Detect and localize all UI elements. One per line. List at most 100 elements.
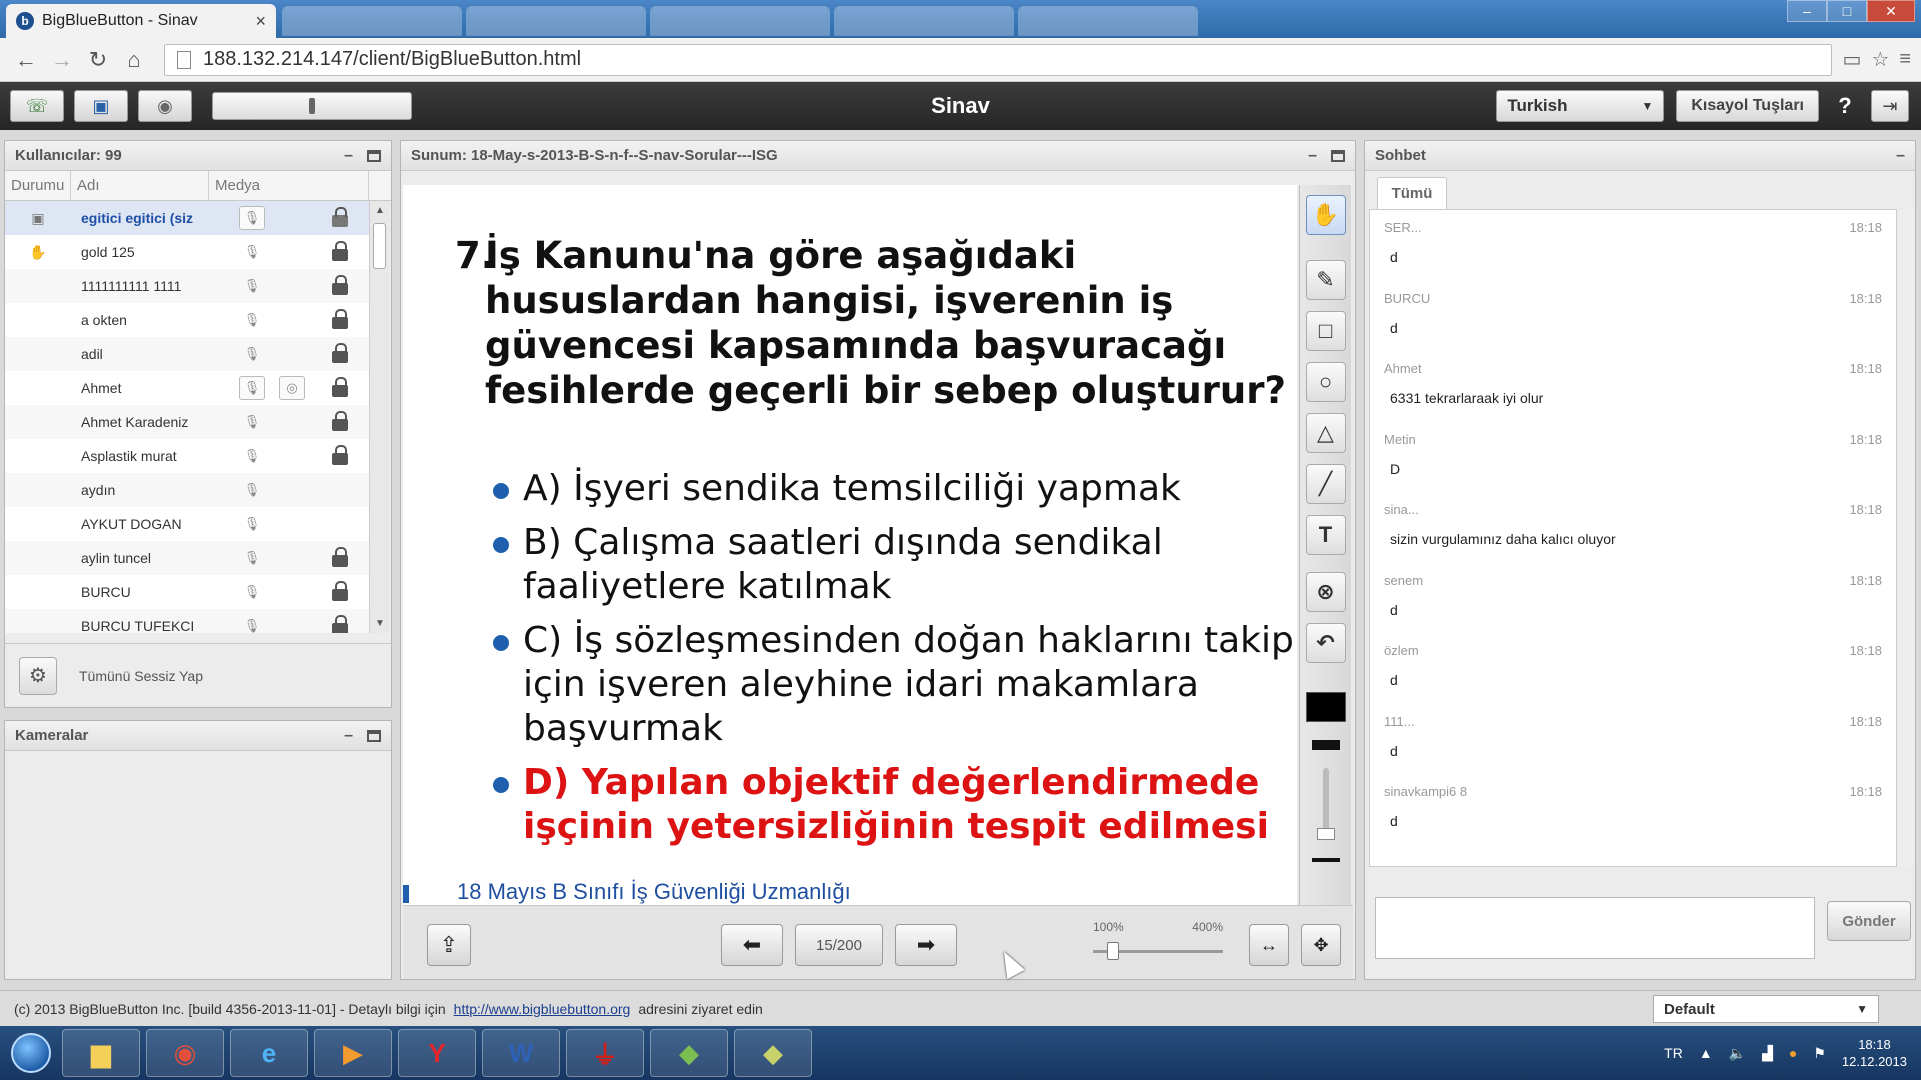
mic-volume-slider[interactable] xyxy=(212,92,412,120)
unlock-icon[interactable] xyxy=(327,206,353,230)
minimize-panel-icon[interactable]: – xyxy=(1896,147,1905,165)
taskbar-explorer[interactable]: ▆ xyxy=(62,1029,140,1077)
user-row[interactable]: ✋ gold 125 🎙 xyxy=(5,235,369,269)
maximize-panel-icon[interactable] xyxy=(367,729,381,742)
browser-tab[interactable]: b BigBlueButton - Sinav × xyxy=(6,4,276,38)
users-scrollbar[interactable]: ▲ ▼ xyxy=(369,201,389,633)
microphone-icon[interactable]: 🎙 xyxy=(239,546,265,570)
cast-icon[interactable]: ▭ xyxy=(1842,47,1861,72)
taskbar-ie[interactable]: e xyxy=(230,1029,308,1077)
user-row[interactable]: a okten 🎙 xyxy=(5,303,369,337)
background-tab[interactable] xyxy=(282,6,462,36)
page-indicator[interactable]: 15/200 xyxy=(795,924,883,966)
hand-tool-button[interactable]: ✋ xyxy=(1305,195,1346,235)
flag-icon[interactable]: ⚑ xyxy=(1813,1045,1826,1062)
taskbar-word[interactable]: W xyxy=(482,1029,560,1077)
taskbar-chrome[interactable]: ◉ xyxy=(146,1029,224,1077)
microphone-icon[interactable]: 🎙 xyxy=(239,240,265,264)
thickness-slider[interactable] xyxy=(1316,768,1335,840)
minimize-panel-icon[interactable]: – xyxy=(344,147,353,165)
lock-icon[interactable] xyxy=(327,546,353,570)
home-icon[interactable]: ⌂ xyxy=(118,44,150,76)
lock-icon[interactable] xyxy=(327,376,353,400)
rectangle-tool-button[interactable]: □ xyxy=(1305,311,1346,351)
lock-icon[interactable] xyxy=(327,410,353,434)
user-row[interactable]: AYKUT DOGAN 🎙 xyxy=(5,507,369,541)
start-button[interactable] xyxy=(0,1026,62,1080)
upload-presentation-button[interactable]: ⇪ xyxy=(427,924,471,966)
shortcut-keys-button[interactable]: Kısayol Tuşları xyxy=(1676,90,1819,122)
column-name[interactable]: Adı xyxy=(71,171,209,200)
user-row[interactable]: Asplastik murat 🎙 xyxy=(5,439,369,473)
microphone-icon[interactable]: 🎙 xyxy=(239,580,265,604)
triangle-tool-button[interactable]: △ xyxy=(1305,413,1346,453)
webcam-button[interactable]: ◉ xyxy=(138,90,192,122)
share-webcam-button[interactable]: ☏ xyxy=(10,90,64,122)
minimize-panel-icon[interactable]: – xyxy=(344,727,353,745)
tab-all[interactable]: Tümü xyxy=(1377,177,1447,209)
color-picker[interactable] xyxy=(1305,692,1346,722)
bbb-website-link[interactable]: http://www.bigbluebutton.org xyxy=(454,1001,631,1017)
maximize-icon[interactable]: □ xyxy=(1827,0,1867,22)
chat-input[interactable] xyxy=(1375,897,1815,959)
column-media[interactable]: Medya xyxy=(209,171,369,200)
maximize-panel-icon[interactable] xyxy=(1331,149,1345,162)
line-tool-button[interactable]: ╱ xyxy=(1305,464,1346,504)
taskbar-acrobat[interactable]: ⏚ xyxy=(566,1029,644,1077)
microphone-icon[interactable]: 🎙 xyxy=(239,308,265,332)
user-row[interactable]: aydın 🎙 xyxy=(5,473,369,507)
language-indicator[interactable]: TR xyxy=(1664,1045,1683,1061)
bookmark-star-icon[interactable]: ☆ xyxy=(1871,47,1889,72)
volume-icon[interactable]: 🔈 xyxy=(1729,1045,1746,1062)
lock-icon[interactable] xyxy=(327,342,353,366)
lock-icon[interactable] xyxy=(327,274,353,298)
slider-thumb[interactable] xyxy=(1316,828,1335,840)
background-tab[interactable] xyxy=(1018,6,1198,36)
network-icon[interactable]: ▟ xyxy=(1762,1045,1773,1062)
user-row[interactable]: ▣ egitici egitici (siz 🎙 xyxy=(5,201,369,235)
microphone-icon[interactable]: 🎙 xyxy=(239,410,265,434)
microphone-icon[interactable]: 🎙 xyxy=(239,376,265,400)
lock-icon[interactable] xyxy=(327,580,353,604)
lock-icon[interactable] xyxy=(327,308,353,332)
background-tab[interactable] xyxy=(834,6,1014,36)
fit-page-button[interactable]: ✥ xyxy=(1301,924,1341,966)
tray-expand-icon[interactable]: ▲ xyxy=(1699,1045,1713,1061)
zoom-slider-thumb[interactable] xyxy=(1106,942,1119,960)
microphone-icon[interactable]: 🎙 xyxy=(239,444,265,468)
send-button[interactable]: Gönder xyxy=(1827,901,1911,941)
microphone-icon[interactable]: 🎙 xyxy=(239,478,265,502)
user-row[interactable]: 1111111111 1111 🎙 xyxy=(5,269,369,303)
user-settings-button[interactable]: ⚙ xyxy=(19,656,57,695)
lock-icon[interactable] xyxy=(327,444,353,468)
clear-button[interactable]: ⊗ xyxy=(1305,572,1346,612)
slider-thumb[interactable] xyxy=(309,98,315,114)
layout-select[interactable]: Default ▼ xyxy=(1653,995,1879,1023)
background-tab[interactable] xyxy=(650,6,830,36)
window-close-icon[interactable]: ✕ xyxy=(1867,0,1915,22)
fit-width-button[interactable]: ↔ xyxy=(1249,924,1289,966)
pencil-tool-button[interactable]: ✎ xyxy=(1305,260,1346,300)
url-input[interactable]: 188.132.214.147/client/BigBlueButton.htm… xyxy=(164,43,1833,76)
column-status[interactable]: Durumu xyxy=(5,171,71,200)
next-slide-button[interactable]: ➡ xyxy=(895,924,957,966)
user-row[interactable]: Ahmet Karadeniz 🎙 xyxy=(5,405,369,439)
logout-button[interactable]: ⇥ xyxy=(1871,90,1909,122)
menu-icon[interactable]: ≡ xyxy=(1899,48,1911,71)
user-row[interactable]: BURCU 🎙 xyxy=(5,575,369,609)
taskbar-yandex[interactable]: Y xyxy=(398,1029,476,1077)
scroll-up-icon[interactable]: ▲ xyxy=(370,205,390,216)
maximize-panel-icon[interactable] xyxy=(367,149,381,162)
share-desktop-button[interactable]: ▣ xyxy=(74,90,128,122)
reload-icon[interactable]: ↻ xyxy=(82,44,114,76)
microphone-icon[interactable]: 🎙 xyxy=(239,274,265,298)
tab-close-icon[interactable]: × xyxy=(255,11,266,32)
microphone-icon[interactable]: 🎙 xyxy=(239,614,265,633)
microphone-icon[interactable]: 🎙 xyxy=(239,342,265,366)
user-row[interactable]: adil 🎙 xyxy=(5,337,369,371)
taskbar-app2[interactable]: ◆ xyxy=(734,1029,812,1077)
user-row[interactable]: aylin tuncel 🎙 xyxy=(5,541,369,575)
presentation-slide[interactable]: 7. İş Kanunu'na göre aşağıdaki hususlard… xyxy=(403,185,1297,905)
microphone-icon[interactable]: 🎙 xyxy=(239,206,265,230)
user-row[interactable]: Ahmet 🎙 ◎ xyxy=(5,371,369,405)
